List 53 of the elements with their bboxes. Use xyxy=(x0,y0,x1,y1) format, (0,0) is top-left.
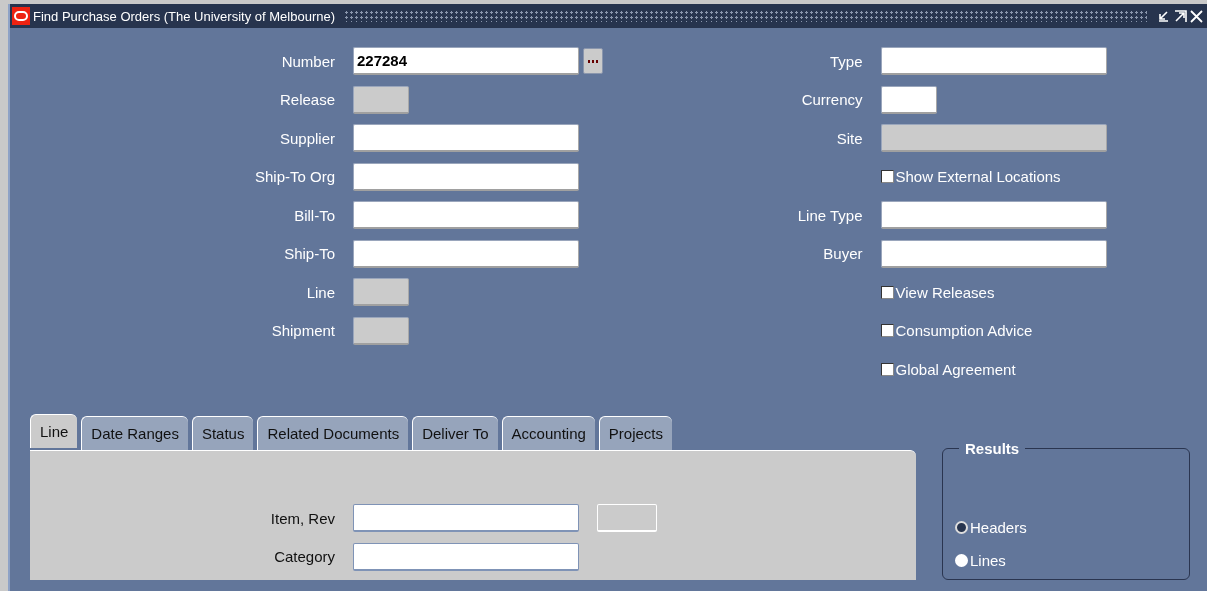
tab[interactable]: Date Ranges xyxy=(81,416,188,450)
field-label: Item, Rev xyxy=(269,509,335,527)
field-label: Ship-To Org xyxy=(253,168,335,186)
checkbox-label: Global Agreement xyxy=(895,360,1016,378)
checkbox-label: Show External Locations xyxy=(895,168,1061,186)
field-label: Category xyxy=(273,548,335,566)
field-label: Bill-To xyxy=(293,206,335,224)
ellipsis-icon xyxy=(588,59,598,63)
field-label: Number xyxy=(280,52,335,70)
tab[interactable]: Accounting xyxy=(501,416,595,450)
input-field[interactable]: 227284 xyxy=(353,47,579,76)
maximize-icon[interactable] xyxy=(1173,9,1187,23)
input-field[interactable] xyxy=(880,47,1107,76)
window-title: Find Purchase Orders (The University of Melbourne) xyxy=(33,8,335,24)
field-label: Buyer xyxy=(822,245,863,263)
field-label: Type xyxy=(828,52,863,70)
checkbox-label: Consumption Advice xyxy=(895,322,1033,340)
input-field[interactable] xyxy=(353,162,579,191)
checkbox[interactable] xyxy=(880,170,894,184)
radio-label: Headers xyxy=(970,519,1027,536)
input-field[interactable] xyxy=(880,239,1107,268)
minimize-icon[interactable] xyxy=(1156,9,1170,23)
list-of-values-button[interactable] xyxy=(583,48,603,75)
checkbox[interactable] xyxy=(880,362,894,376)
tab[interactable]: Line xyxy=(30,414,78,448)
radio-label: Lines xyxy=(970,552,1006,569)
checkbox-label: View Releases xyxy=(895,283,995,301)
input-field[interactable] xyxy=(353,504,579,533)
field-label: Line Type xyxy=(796,206,863,224)
input-field[interactable] xyxy=(353,239,579,268)
tab[interactable]: Related Documents xyxy=(257,416,409,450)
checkbox[interactable] xyxy=(880,324,894,338)
tab[interactable]: Projects xyxy=(598,416,672,450)
logo-icon xyxy=(12,7,30,25)
field-label: Site xyxy=(835,129,863,147)
checkbox[interactable] xyxy=(880,285,894,299)
field-label: Supplier xyxy=(278,129,335,147)
input-field[interactable] xyxy=(880,201,1107,230)
input-field[interactable] xyxy=(353,542,579,571)
field-label: Currency xyxy=(800,91,863,109)
group-title: Results xyxy=(964,440,1021,457)
tab[interactable]: Status xyxy=(191,416,254,450)
close-icon[interactable] xyxy=(1190,9,1203,23)
radio-button[interactable] xyxy=(955,521,968,534)
tab[interactable]: Deliver To xyxy=(412,416,498,450)
input-field[interactable] xyxy=(880,85,937,114)
field-label: Line xyxy=(305,283,335,301)
input-field[interactable] xyxy=(353,124,579,153)
field-label: Shipment xyxy=(270,322,335,340)
revision-field[interactable] xyxy=(597,504,657,533)
field-label: Ship-To xyxy=(283,245,335,263)
field-label: Release xyxy=(278,91,335,109)
input-field[interactable] xyxy=(353,201,579,230)
